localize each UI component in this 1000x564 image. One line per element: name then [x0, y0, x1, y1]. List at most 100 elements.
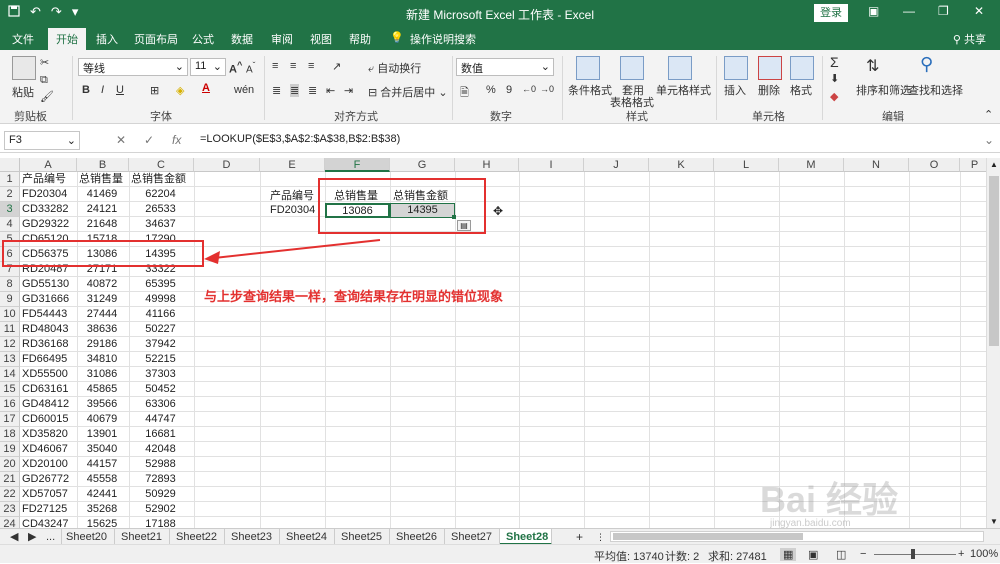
- bold-button[interactable]: B: [82, 84, 90, 96]
- cancel-icon[interactable]: ✕: [116, 133, 126, 147]
- row-header-21[interactable]: 21: [0, 472, 20, 487]
- row-header-8[interactable]: 8: [0, 277, 20, 292]
- cell-a10[interactable]: FD54443: [22, 307, 73, 322]
- cell-b21[interactable]: 45558: [79, 472, 125, 487]
- cell-a11[interactable]: RD48043: [22, 322, 73, 337]
- collapse-ribbon-icon[interactable]: ⌃: [984, 108, 993, 121]
- column-header-k[interactable]: K: [649, 158, 714, 172]
- column-header-n[interactable]: N: [844, 158, 909, 172]
- align-middle-icon[interactable]: ≡: [290, 60, 296, 72]
- sheet-tab-sheet27[interactable]: Sheet27: [445, 529, 500, 545]
- row-header-4[interactable]: 4: [0, 217, 20, 232]
- row-header-22[interactable]: 22: [0, 487, 20, 502]
- sheet-tab-sheet26[interactable]: Sheet26: [390, 529, 445, 545]
- insert-cells-label[interactable]: 插入: [724, 82, 746, 98]
- cell-c22[interactable]: 50929: [131, 487, 190, 502]
- cell-b20[interactable]: 44157: [79, 457, 125, 472]
- horizontal-scroll-thumb[interactable]: [613, 533, 803, 540]
- cell-b18[interactable]: 13901: [79, 427, 125, 442]
- format-cells-icon[interactable]: [790, 56, 814, 80]
- copy-icon[interactable]: ⧉: [40, 74, 48, 87]
- cell-b14[interactable]: 31086: [79, 367, 125, 382]
- cell-a13[interactable]: FD66495: [22, 352, 73, 367]
- cell-styles-label[interactable]: 单元格样式: [656, 82, 711, 98]
- column-header-a[interactable]: A: [20, 158, 77, 172]
- sheet-tab-sheet25[interactable]: Sheet25: [335, 529, 390, 545]
- page-break-view-icon[interactable]: ◫: [836, 548, 846, 561]
- cell-c18[interactable]: 16681: [131, 427, 190, 442]
- font-name-select[interactable]: 等线 ⌄: [78, 58, 188, 76]
- wrap-text-button[interactable]: ⤶ 自动换行: [368, 60, 421, 76]
- row-header-11[interactable]: 11: [0, 322, 20, 337]
- cell-b17[interactable]: 40679: [79, 412, 125, 427]
- formula-input[interactable]: =LOOKUP($E$3,$A$2:$A$38,B$2:B$38): [200, 133, 400, 145]
- cut-icon[interactable]: ✂: [40, 56, 49, 69]
- cell-c4[interactable]: 34637: [131, 217, 190, 232]
- cell-c17[interactable]: 44747: [131, 412, 190, 427]
- row-header-19[interactable]: 19: [0, 442, 20, 457]
- accounting-format-icon[interactable]: 🗎: [460, 84, 469, 103]
- cell-a4[interactable]: GD29322: [22, 217, 73, 232]
- paste-icon[interactable]: [12, 56, 36, 80]
- column-header-p[interactable]: P: [960, 158, 986, 172]
- find-select-icon[interactable]: ⚲: [920, 54, 933, 75]
- cell-b16[interactable]: 39566: [79, 397, 125, 412]
- restore-icon[interactable]: ❐: [938, 4, 949, 18]
- column-header-f[interactable]: F: [325, 158, 390, 172]
- cell-b3[interactable]: 24121: [79, 202, 125, 217]
- borders-icon[interactable]: ⊞: [150, 84, 159, 97]
- conditional-format-icon[interactable]: [576, 56, 600, 80]
- autosum-button[interactable]: Σ: [830, 54, 839, 70]
- cell-c3[interactable]: 26533: [131, 202, 190, 217]
- cell-c9[interactable]: 49998: [131, 292, 190, 307]
- column-header-b[interactable]: B: [77, 158, 129, 172]
- tab-home[interactable]: 开始: [48, 28, 86, 50]
- align-top-icon[interactable]: ≡: [272, 60, 278, 72]
- cell-b2[interactable]: 41469: [79, 187, 125, 202]
- cell-a2[interactable]: FD20304: [22, 187, 73, 202]
- increase-decimal-icon[interactable]: ←0: [522, 84, 536, 94]
- increase-indent-icon[interactable]: ⇥: [344, 84, 353, 97]
- row-header-12[interactable]: 12: [0, 337, 20, 352]
- zoom-in-icon[interactable]: +: [958, 548, 964, 560]
- cell-b23[interactable]: 35268: [79, 502, 125, 517]
- column-header-h[interactable]: H: [455, 158, 519, 172]
- zoom-out-icon[interactable]: −: [860, 548, 866, 560]
- cell-c11[interactable]: 50227: [131, 322, 190, 337]
- cell-a18[interactable]: XD35820: [22, 427, 73, 442]
- cell-c2[interactable]: 62204: [131, 187, 190, 202]
- scroll-thumb[interactable]: [989, 176, 999, 346]
- row-header-18[interactable]: 18: [0, 427, 20, 442]
- cell-c1[interactable]: 总销售金额: [131, 172, 190, 187]
- decrease-indent-icon[interactable]: ⇤: [326, 84, 335, 97]
- format-table-icon[interactable]: [620, 56, 644, 80]
- font-color-button[interactable]: A: [202, 82, 210, 94]
- cell-a14[interactable]: XD55500: [22, 367, 73, 382]
- delete-cells-icon[interactable]: [758, 56, 782, 80]
- scroll-up-icon[interactable]: ▲: [990, 160, 998, 169]
- cell-c23[interactable]: 52902: [131, 502, 190, 517]
- cell-a9[interactable]: GD31666: [22, 292, 73, 307]
- tab-review[interactable]: 审阅: [271, 31, 293, 47]
- tell-me-search[interactable]: 操作说明搜索: [410, 31, 476, 47]
- cell-c12[interactable]: 37942: [131, 337, 190, 352]
- percent-button[interactable]: %: [486, 84, 496, 96]
- cell-c8[interactable]: 65395: [131, 277, 190, 292]
- align-left-icon[interactable]: ≣: [272, 84, 281, 97]
- cell-c20[interactable]: 52988: [131, 457, 190, 472]
- select-all-corner[interactable]: [0, 158, 20, 172]
- delete-cells-label[interactable]: 删除: [758, 82, 780, 98]
- tab-data[interactable]: 数据: [231, 31, 253, 47]
- cell-styles-icon[interactable]: [668, 56, 692, 80]
- fill-color-icon[interactable]: ◈: [176, 84, 184, 97]
- sheet-tab-sheet24[interactable]: Sheet24: [280, 529, 335, 545]
- comma-button[interactable]: 9: [506, 84, 512, 96]
- vertical-scrollbar[interactable]: ▲ ▼: [986, 158, 1000, 528]
- sort-filter-icon[interactable]: ⇅: [866, 56, 879, 76]
- normal-view-icon[interactable]: ▦: [780, 548, 797, 561]
- cell-a15[interactable]: CD63161: [22, 382, 73, 397]
- row-header-20[interactable]: 20: [0, 457, 20, 472]
- shrink-font-button[interactable]: Aˇ: [246, 60, 255, 75]
- format-painter-icon[interactable]: 🖌: [40, 90, 54, 103]
- sheet-tab-sheet20[interactable]: Sheet20: [60, 529, 115, 545]
